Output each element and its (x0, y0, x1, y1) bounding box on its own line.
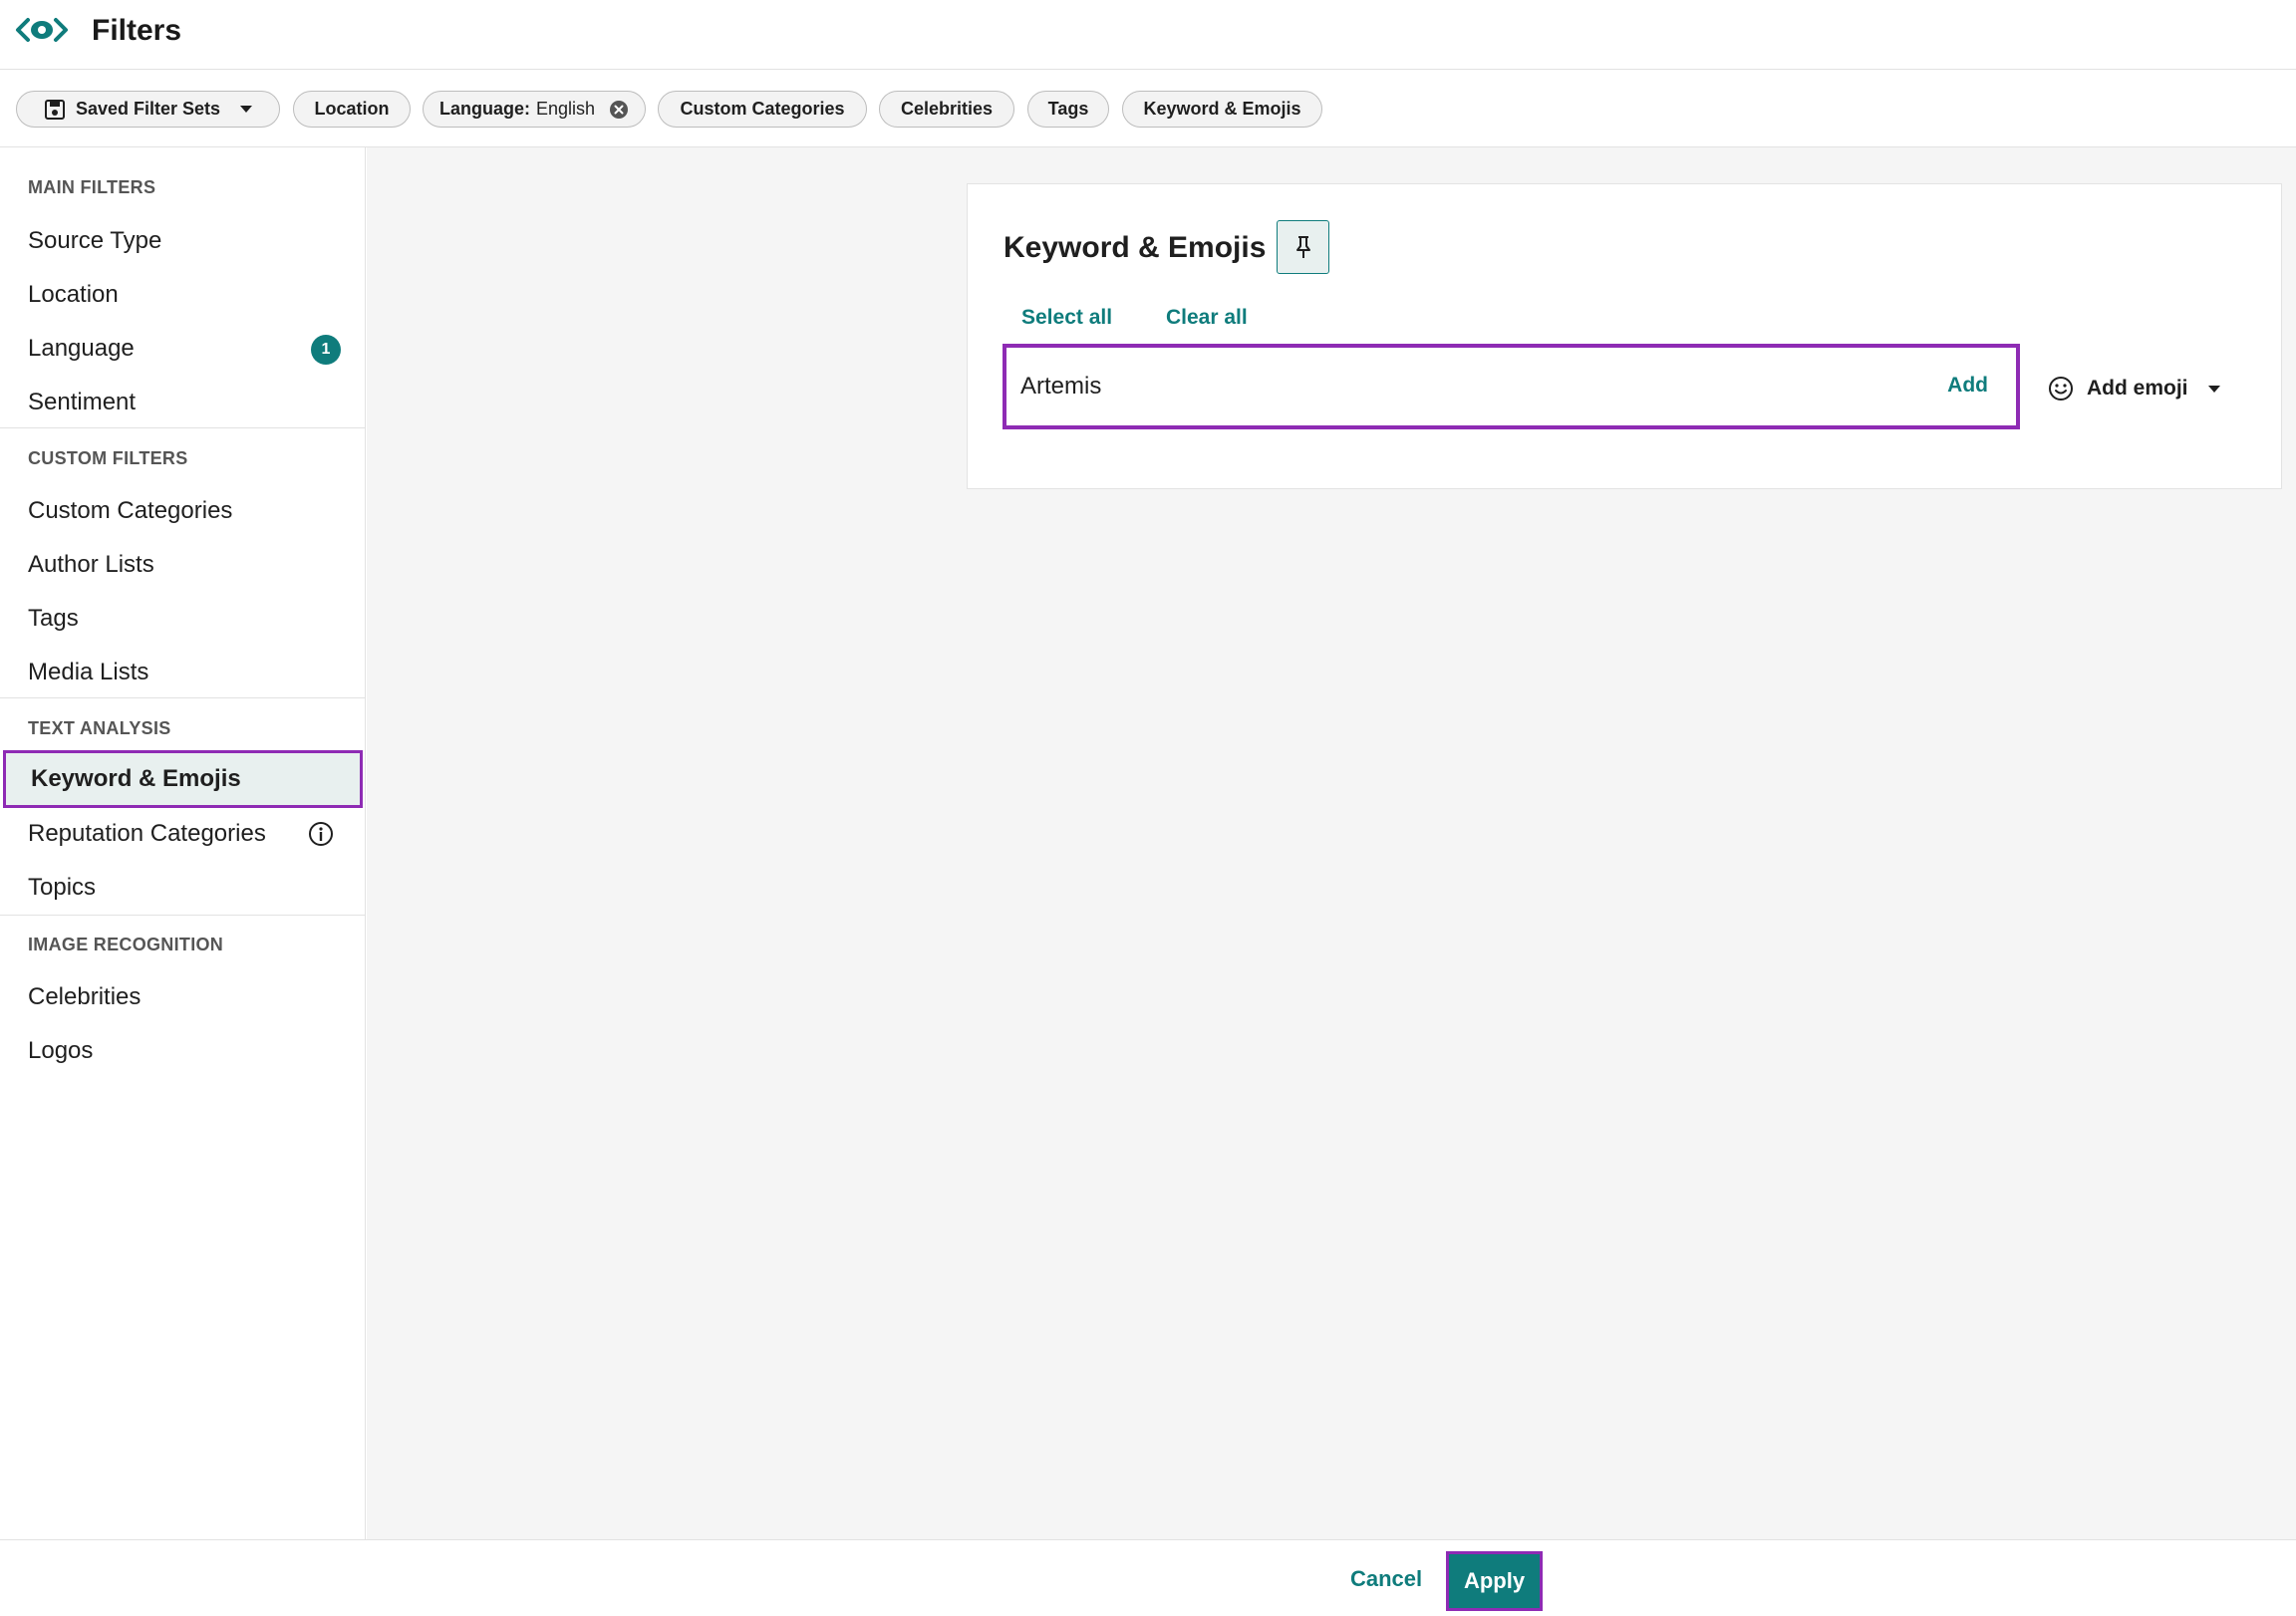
sidebar-item-custom-categories[interactable]: Custom Categories (0, 486, 365, 536)
pin-button[interactable] (1277, 220, 1329, 274)
apply-button[interactable]: Apply (1446, 1551, 1543, 1611)
chip-keyword-emojis-label: Keyword & Emojis (1143, 99, 1301, 119)
sidebar-item-label: Reputation Categories (28, 820, 266, 847)
footer-bar: Cancel Apply (0, 1539, 2296, 1616)
sidebar-item-label: Tags (28, 605, 79, 632)
add-emoji-dropdown[interactable]: Add emoji (2047, 374, 2220, 404)
sidebar-item-label: Media Lists (28, 659, 149, 685)
page-title: Filters (92, 14, 182, 47)
main-content: Keyword & Emojis Select all Clear all Ad… (367, 147, 2296, 1539)
chip-custom-categories[interactable]: Custom Categories (658, 91, 867, 128)
sidebar-item-location[interactable]: Location (0, 270, 365, 320)
keyword-input[interactable] (1020, 370, 1877, 404)
sidebar-item-tags[interactable]: Tags (0, 594, 365, 644)
sidebar-item-label: Celebrities (28, 983, 142, 1010)
chevron-down-icon (240, 106, 253, 113)
sidebar-item-media-lists[interactable]: Media Lists (0, 648, 365, 697)
chip-language-label: Language: (438, 99, 530, 119)
sidebar-item-celebrities[interactable]: Celebrities (0, 972, 365, 1022)
sidebar-item-reputation-categories[interactable]: Reputation Categories (0, 809, 365, 859)
sidebar-item-label: Author Lists (28, 551, 154, 578)
chip-tags[interactable]: Tags (1027, 91, 1109, 128)
sidebar-item-keyword-emojis[interactable]: Keyword & Emojis (3, 750, 363, 808)
select-all-link[interactable]: Select all (1021, 306, 1112, 330)
sidebar-item-label: Location (28, 281, 119, 308)
chip-celebrities-label: Celebrities (900, 99, 994, 119)
saved-filter-sets-label: Saved Filter Sets (75, 99, 221, 119)
card-title: Keyword & Emojis (1004, 231, 1267, 264)
chip-location[interactable]: Location (293, 91, 411, 128)
eye-logo-icon[interactable] (14, 16, 70, 44)
section-title-image-recognition: IMAGE RECOGNITION (28, 935, 224, 954)
section-divider (0, 915, 365, 916)
sidebar-item-logos[interactable]: Logos (0, 1026, 365, 1076)
section-divider (0, 697, 365, 698)
sidebar-item-label: Topics (28, 874, 97, 901)
filter-chip-bar: Saved Filter Sets Location Language: Eng… (0, 71, 2296, 147)
sidebar-item-label: Logos (28, 1037, 94, 1064)
section-divider (0, 427, 365, 428)
clear-all-link[interactable]: Clear all (1166, 306, 1248, 330)
chip-location-label: Location (314, 99, 390, 119)
add-keyword-button[interactable]: Add (1947, 374, 1988, 398)
remove-filter-icon[interactable] (609, 100, 629, 120)
keyword-input-box: Add (1003, 344, 2020, 429)
add-emoji-label: Add emoji (2087, 377, 2188, 400)
pin-icon (1295, 236, 1310, 258)
smiley-icon (2049, 377, 2073, 401)
keyword-emojis-card: Keyword & Emojis Select all Clear all Ad… (967, 183, 2282, 489)
section-title-text-analysis: TEXT ANALYSIS (28, 718, 171, 738)
sidebar-item-label: Sentiment (28, 389, 137, 415)
saved-filter-sets-dropdown[interactable]: Saved Filter Sets (16, 91, 280, 128)
header-bar: Filters (0, 0, 2296, 70)
chip-keyword-emojis[interactable]: Keyword & Emojis (1122, 91, 1322, 128)
sidebar-item-language[interactable]: Language 1 (0, 324, 365, 374)
chip-custom-categories-label: Custom Categories (680, 99, 845, 119)
save-icon (44, 99, 65, 120)
count-badge: 1 (311, 335, 341, 365)
sidebar-item-topics[interactable]: Topics (0, 863, 365, 913)
chevron-down-icon (2207, 385, 2220, 393)
chip-tags-label: Tags (1047, 99, 1089, 119)
chip-celebrities[interactable]: Celebrities (879, 91, 1014, 128)
cancel-button[interactable]: Cancel (1350, 1566, 1422, 1592)
sidebar-item-sentiment[interactable]: Sentiment (0, 378, 365, 427)
sidebar-item-label: Keyword & Emojis (31, 765, 241, 792)
filters-sidebar: MAIN FILTERS Source Type Location Langua… (0, 147, 366, 1539)
sidebar-item-author-lists[interactable]: Author Lists (0, 540, 365, 590)
section-title-custom-filters: CUSTOM FILTERS (28, 448, 188, 468)
section-title-main-filters: MAIN FILTERS (28, 177, 156, 197)
sidebar-item-source-type[interactable]: Source Type (0, 216, 365, 266)
sidebar-item-label: Source Type (28, 227, 162, 254)
chip-language-value: English (535, 99, 596, 119)
sidebar-item-label: Language (28, 335, 135, 362)
sidebar-item-label: Custom Categories (28, 497, 233, 524)
chip-language[interactable]: Language: English (423, 91, 646, 128)
info-icon[interactable] (307, 820, 335, 848)
